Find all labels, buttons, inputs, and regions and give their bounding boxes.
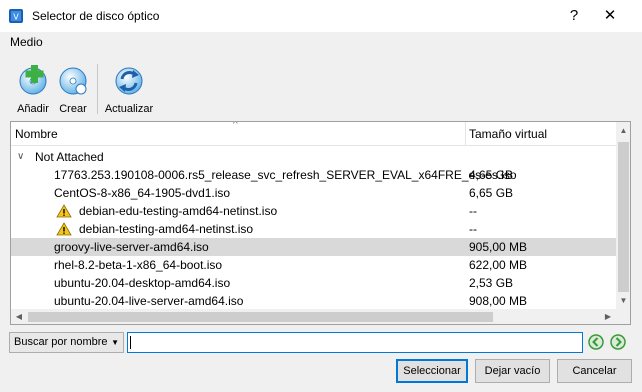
vertical-scrollbar[interactable]: ▲ ▼	[616, 122, 630, 309]
search-previous-icon[interactable]	[587, 333, 605, 351]
vertical-scroll-thumb[interactable]	[618, 142, 629, 292]
search-mode-label: Buscar por nombre	[14, 336, 108, 348]
list-item-size: 2,53 GB	[469, 276, 514, 290]
list-item-size: --	[469, 222, 477, 236]
menu-medio[interactable]: Medio	[10, 35, 43, 49]
list-item[interactable]: CentOS-8-x86_64-1905-dvd1.iso 6,65 GB	[11, 184, 616, 202]
list-item-size: 905,00 MB	[469, 240, 528, 254]
text-caret	[130, 336, 131, 349]
toolbar-separator	[97, 64, 98, 114]
list-item[interactable]: ubuntu-20.04-live-server-amd64.iso 908,00…	[11, 292, 616, 310]
dropdown-arrow-icon: ▼	[111, 338, 119, 347]
group-not-attached[interactable]: ∨ Not Attached	[11, 148, 616, 166]
scroll-left-icon[interactable]: ◀	[11, 309, 27, 324]
chevron-down-icon[interactable]: ∨	[17, 148, 24, 166]
add-disk-icon	[19, 65, 47, 95]
cancel-button[interactable]: Cancelar	[557, 359, 632, 383]
horizontal-scroll-thumb[interactable]	[28, 312, 493, 322]
list-item-name: CentOS-8-x86_64-1905-dvd1.iso	[54, 186, 231, 200]
list-item[interactable]: ubuntu-20.04-desktop-amd64.iso 2,53 GB	[11, 274, 616, 292]
list-item[interactable]: 17763.253.190108-0006.rs5_release_svc_re…	[11, 166, 616, 184]
list-item-name: debian-testing-amd64-netinst.iso	[79, 222, 254, 236]
warning-icon	[56, 204, 72, 218]
list-item-name: debian-edu-testing-amd64-netinst.iso	[79, 204, 278, 218]
list-item-name: ubuntu-20.04-live-server-amd64.iso	[54, 294, 244, 308]
create-button-label: Crear	[59, 103, 87, 115]
column-header-name-label: Nombre	[15, 127, 58, 141]
scroll-up-icon[interactable]: ▲	[616, 122, 630, 139]
scroll-corner	[616, 309, 630, 324]
window-title: Selector de disco óptico	[32, 9, 160, 23]
scroll-right-icon[interactable]: ▶	[600, 309, 616, 324]
list-item[interactable]: rhel-8.2-beta-1-x86_64-boot.iso 622,00 MB	[11, 256, 616, 274]
search-mode-select[interactable]: Buscar por nombre ▼	[9, 332, 124, 353]
list-item-name: ubuntu-20.04-desktop-amd64.iso	[54, 276, 231, 290]
column-header-name[interactable]: ^ Nombre	[11, 122, 466, 146]
search-next-icon[interactable]	[609, 333, 627, 351]
leave-empty-button[interactable]: Dejar vacío	[475, 359, 550, 383]
list-item-name: 17763.253.190108-0006.rs5_release_svc_re…	[54, 168, 517, 182]
list-item-size: 6,65 GB	[469, 186, 514, 200]
help-button[interactable]: ?	[562, 4, 586, 28]
group-label: Not Attached	[35, 150, 104, 164]
column-header-size[interactable]: Tamaño virtual	[466, 122, 616, 146]
add-button[interactable]: Añadir	[14, 64, 52, 116]
list-item-name: rhel-8.2-beta-1-x86_64-boot.iso	[54, 258, 223, 272]
title-bar: V Selector de disco óptico ? ✕	[0, 0, 642, 32]
list-item-size: 908,00 MB	[469, 294, 528, 308]
disk-list[interactable]: ^ Nombre Tamaño virtual ∨ Not Attached 1…	[10, 121, 631, 325]
warning-icon	[56, 222, 72, 236]
list-item-size: --	[469, 204, 477, 218]
search-input[interactable]	[127, 332, 583, 353]
list-item-name: groovy-live-server-amd64.iso	[54, 240, 209, 254]
list-item-size: 622,00 MB	[469, 258, 528, 272]
sort-up-icon: ^	[233, 121, 238, 130]
horizontal-scrollbar[interactable]: ◀ ▶	[11, 309, 616, 324]
svg-text:V: V	[13, 13, 19, 22]
refresh-button-label: Actualizar	[104, 103, 154, 115]
list-item[interactable]: debian-edu-testing-amd64-netinst.iso --	[11, 202, 616, 220]
create-button[interactable]: Crear	[56, 64, 90, 116]
close-button[interactable]: ✕	[598, 4, 622, 28]
list-item-size: 4,65 GB	[469, 168, 514, 182]
refresh-button[interactable]: Actualizar	[104, 64, 154, 116]
create-disk-icon	[59, 67, 87, 95]
scroll-down-icon[interactable]: ▼	[616, 292, 630, 309]
virtualbox-app-icon: V	[9, 9, 23, 23]
list-item[interactable]: groovy-live-server-amd64.iso 905,00 MB	[11, 238, 616, 256]
select-button[interactable]: Seleccionar	[396, 359, 468, 383]
add-button-label: Añadir	[17, 103, 49, 115]
refresh-disk-icon	[115, 67, 143, 95]
list-item[interactable]: debian-testing-amd64-netinst.iso --	[11, 220, 616, 238]
